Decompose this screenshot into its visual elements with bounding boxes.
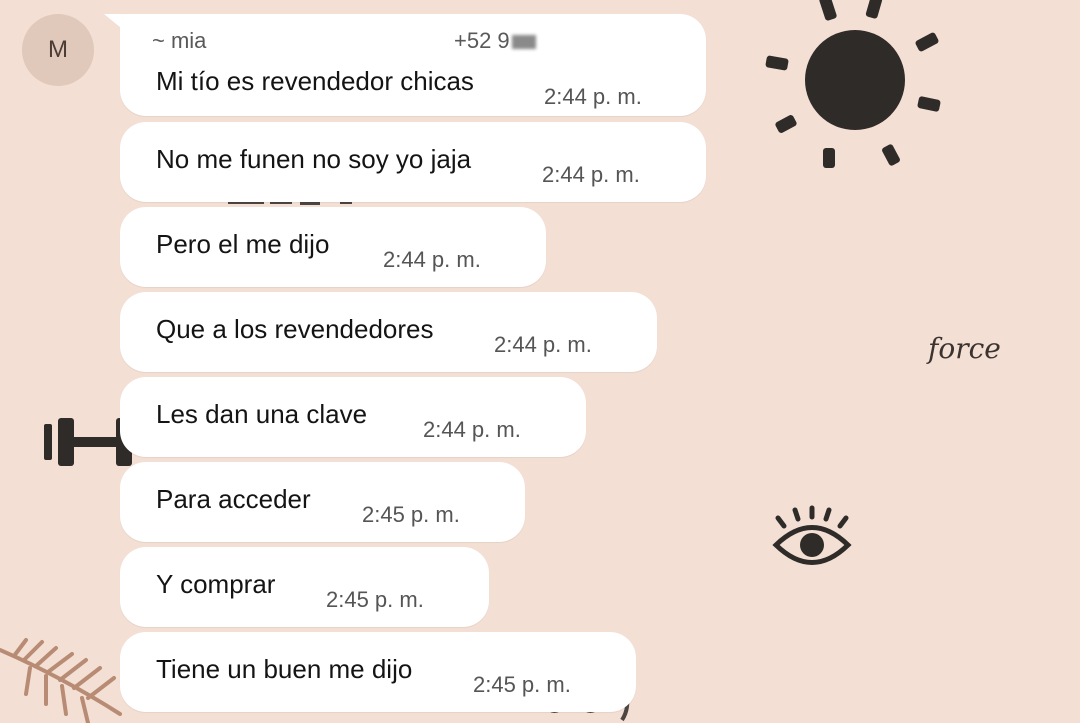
message-time: 2:44 p. m. — [383, 247, 481, 272]
message-bubble-3[interactable]: Pero el me dijo 2:44 p. m. — [120, 207, 546, 287]
redacted-phone-block — [511, 35, 536, 50]
message-text: Pero el me dijo — [156, 229, 330, 259]
message-text: Mi tío es revendedor chicas — [156, 66, 474, 96]
message-time: 2:45 p. m. — [362, 502, 460, 527]
message-text: Para acceder — [156, 484, 311, 514]
message-text: Que a los revendedores — [156, 314, 434, 344]
message-bubble-2[interactable]: No me funen no soy yo jaja 2:44 p. m. — [120, 122, 706, 202]
sender-phone: +52 9 — [454, 28, 536, 54]
message-text: Les dan una clave — [156, 399, 368, 429]
avatar-letter: M — [48, 36, 68, 63]
fern-leaf-icon — [0, 638, 122, 723]
message-bubble-6[interactable]: Para acceder 2:45 p. m. — [120, 462, 525, 542]
message-bubble-4[interactable]: Que a los revendedores 2:44 p. m. — [120, 292, 657, 372]
dumbbell-icon — [44, 418, 132, 466]
message-time: 2:44 p. m. — [544, 84, 642, 109]
message-time: 2:45 p. m. — [473, 672, 571, 697]
eye-icon — [772, 505, 852, 565]
sender-name: ~ mia — [152, 28, 207, 53]
message-bubble-5[interactable]: Les dan una clave 2:44 p. m. — [120, 377, 586, 457]
message-time: 2:44 p. m. — [494, 332, 592, 357]
message-bubble-1[interactable]: ~ mia +52 9 Mi tío es revendedor chicas … — [104, 14, 706, 116]
sun-icon — [765, 0, 941, 168]
message-text: No me funen no soy yo jaja — [156, 144, 472, 174]
script-word-decoration: force — [926, 332, 1001, 365]
sender-phone-visible: +52 9 — [454, 28, 510, 53]
message-text: Y comprar — [156, 569, 276, 599]
message-time: 2:44 p. m. — [542, 162, 640, 187]
message-time: 2:44 p. m. — [423, 417, 521, 442]
message-text: Tiene un buen me dijo — [156, 654, 413, 684]
message-bubble-8[interactable]: Tiene un buen me dijo 2:45 p. m. — [120, 632, 636, 712]
message-time: 2:45 p. m. — [326, 587, 424, 612]
message-bubble-7[interactable]: Y comprar 2:45 p. m. — [120, 547, 489, 627]
bubble-tail — [104, 14, 126, 32]
sender-avatar[interactable]: M — [22, 14, 94, 86]
